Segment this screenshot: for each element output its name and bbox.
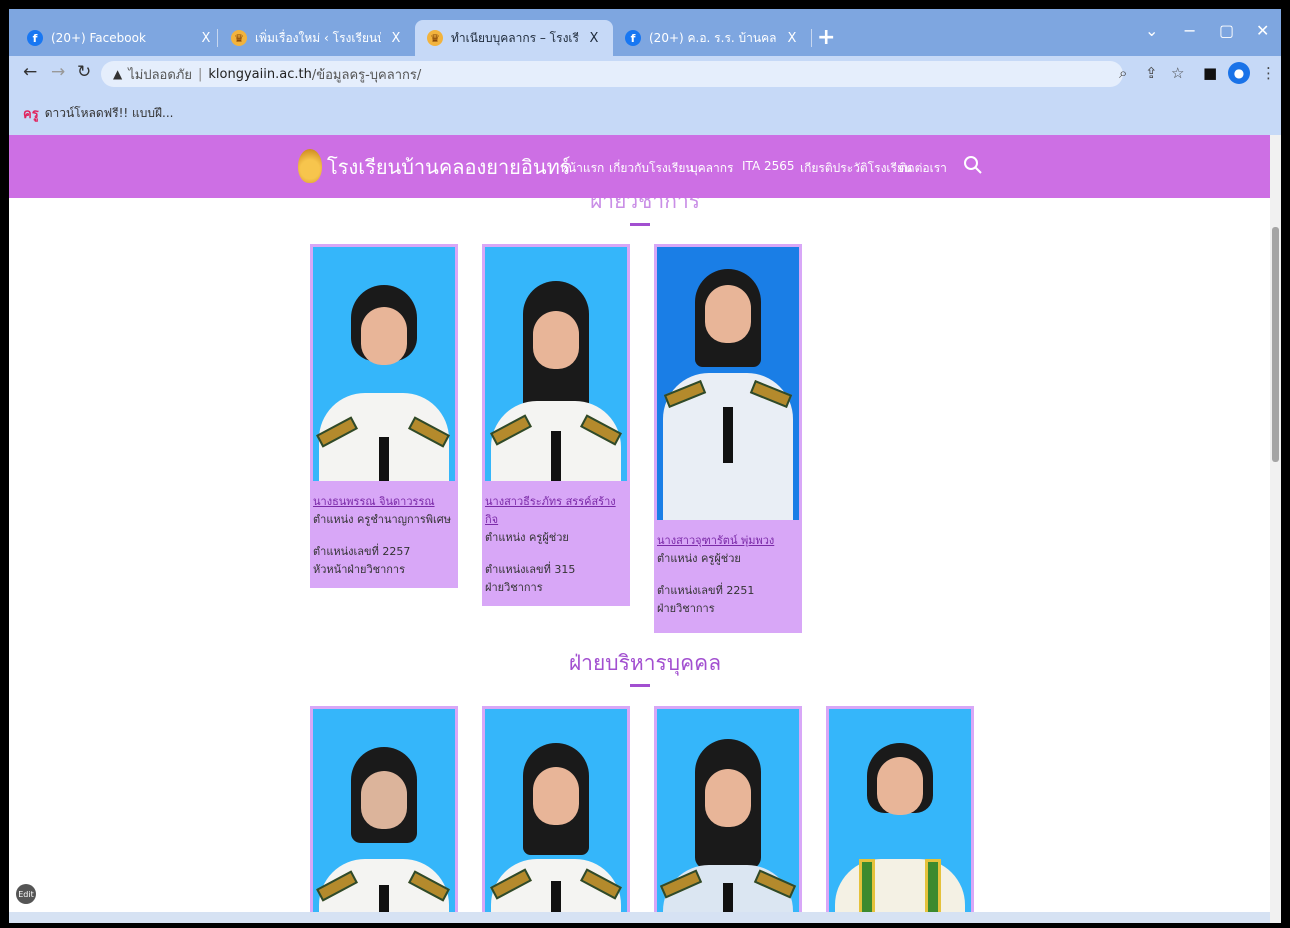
- back-icon[interactable]: ←: [23, 62, 37, 82]
- tab-label: (20+) Facebook: [51, 31, 146, 45]
- menu-ita[interactable]: ITA 2565: [742, 159, 795, 173]
- staff-card[interactable]: นางสาวจุฑารัตน์ พุ่มพวง ตำแหน่ง ครูผู้ช่…: [654, 244, 802, 633]
- staff-photo: [313, 247, 455, 481]
- tab-separator: [217, 29, 218, 47]
- close-icon[interactable]: X: [387, 31, 405, 46]
- tab-separator: [811, 29, 812, 47]
- staff-info: นางสาวธีระภัทร สรรค์สร้างกิจ ตำแหน่ง ครู…: [485, 481, 627, 603]
- staff-photo: [657, 247, 799, 520]
- school-logo-icon: ♛: [427, 30, 443, 46]
- status-strip: [9, 912, 1270, 923]
- tab-new-post[interactable]: ♛ เพิ่มเรื่องใหม่ ‹ โรงเรียนบ้านคลองยายอ…: [219, 20, 415, 56]
- staff-role: ฝ่ายวิชาการ: [485, 581, 543, 594]
- staff-photo: [313, 709, 455, 923]
- staff-photo: [657, 709, 799, 923]
- edit-button[interactable]: Edit: [16, 884, 36, 904]
- staff-photo: [485, 709, 627, 923]
- tab-label: ทำเนียบบุคลากร – โรงเรียนบ้านคลองย: [451, 30, 579, 45]
- staff-info: นางสาวจุฑารัตน์ พุ่มพวง ตำแหน่ง ครูผู้ช่…: [657, 520, 799, 630]
- staff-card[interactable]: [482, 706, 630, 923]
- staff-role: หัวหน้าฝ่ายวิชาการ: [313, 563, 406, 576]
- tab-search-chevron-icon[interactable]: ⌄: [1145, 21, 1158, 40]
- tab-staff-directory[interactable]: ♛ ทำเนียบบุคลากร – โรงเรียนบ้านคลองย X: [415, 20, 613, 56]
- staff-card[interactable]: [826, 706, 974, 923]
- address-domain: klongyaiin.ac.th: [208, 66, 312, 82]
- site-name[interactable]: โรงเรียนบ้านคลองยายอินทร์: [327, 151, 571, 183]
- search-icon[interactable]: [962, 154, 984, 176]
- bookmark-item[interactable]: ดาวน์โหลดฟรี!! แบบฝึ...: [45, 104, 174, 123]
- security-label: ไม่ปลอดภัย: [128, 67, 192, 83]
- bookmarks-bar: ครู ดาวน์โหลดฟรี!! แบบฝึ...: [9, 91, 1281, 135]
- address-path: /ข้อมูลครู-บุคลากร/: [311, 67, 422, 83]
- staff-number: ตำแหน่งเลขที่ 315: [485, 563, 576, 576]
- staff-name[interactable]: นางสาวจุฑารัตน์ พุ่มพวง: [657, 532, 799, 550]
- tab-label: เพิ่มเรื่องใหม่ ‹ โรงเรียนบ้านคลองยายอิน: [255, 30, 381, 45]
- address-bar[interactable]: ▲ ไม่ปลอดภัย | klongyaiin.ac.th /ข้อมูลค…: [101, 61, 1123, 87]
- new-tab-button[interactable]: +: [817, 25, 835, 50]
- staff-position: ตำแหน่ง ครูชำนาญการพิเศษ: [313, 513, 452, 526]
- restore-icon[interactable]: ▢: [1219, 21, 1234, 40]
- tab-strip: f (20+) Facebook X ♛ เพิ่มเรื่องใหม่ ‹ โ…: [9, 9, 1281, 56]
- menu-contact[interactable]: ติดต่อเรา: [899, 159, 947, 178]
- school-logo-icon[interactable]: [298, 149, 322, 183]
- page-viewport: โรงเรียนบ้านคลองยายอินทร์ หน้าแรก เกี่ยว…: [9, 135, 1281, 923]
- staff-name[interactable]: นางสาวธีระภัทร สรรค์สร้างกิจ: [485, 493, 627, 529]
- menu-home[interactable]: หน้าแรก: [560, 159, 604, 178]
- close-icon[interactable]: X: [585, 31, 603, 46]
- section-underline: [630, 684, 650, 687]
- minimize-icon[interactable]: −: [1183, 21, 1196, 40]
- close-icon[interactable]: X: [783, 31, 801, 46]
- tab-facebook-group[interactable]: f (20+) ค.อ. ร.ร. บ้านคลองยายอินทร์ | X: [613, 20, 811, 56]
- tab-facebook[interactable]: f (20+) Facebook X: [15, 20, 225, 56]
- forward-icon[interactable]: →: [51, 62, 65, 82]
- menu-about[interactable]: เกี่ยวกับโรงเรียน: [609, 159, 694, 178]
- close-icon[interactable]: X: [197, 31, 215, 46]
- staff-name[interactable]: นางธนพรรณ จินดาวรรณ: [313, 493, 455, 511]
- staff-card[interactable]: นางสาวธีระภัทร สรรค์สร้างกิจ ตำแหน่ง ครู…: [482, 244, 630, 606]
- staff-photo: [485, 247, 627, 481]
- profile-avatar-icon[interactable]: ●: [1228, 62, 1250, 84]
- window-close-icon[interactable]: ✕: [1256, 21, 1269, 40]
- staff-info: นางธนพรรณ จินดาวรรณ ตำแหน่ง ครูชำนาญการพ…: [313, 481, 455, 585]
- staff-card[interactable]: นางธนพรรณ จินดาวรรณ ตำแหน่ง ครูชำนาญการพ…: [310, 244, 458, 588]
- share-icon[interactable]: ⇪: [1145, 64, 1158, 82]
- staff-photo: [829, 709, 971, 923]
- staff-number: ตำแหน่งเลขที่ 2257: [313, 545, 411, 558]
- staff-position: ตำแหน่ง ครูผู้ช่วย: [657, 552, 741, 565]
- staff-card[interactable]: [654, 706, 802, 923]
- section-underline: [630, 223, 650, 226]
- site-header: โรงเรียนบ้านคลองยายอินทร์ หน้าแรก เกี่ยว…: [9, 135, 1270, 198]
- staff-number: ตำแหน่งเลขที่ 2251: [657, 584, 755, 597]
- staff-card[interactable]: [310, 706, 458, 923]
- tab-label: (20+) ค.อ. ร.ร. บ้านคลองยายอินทร์ |: [649, 30, 777, 45]
- address-divider: |: [198, 66, 203, 82]
- facebook-icon: f: [625, 30, 641, 46]
- menu-staff[interactable]: บุคลากร: [690, 159, 733, 178]
- address-toolbar: ← → ↻ ▲ ไม่ปลอดภัย | klongyaiin.ac.th /ข…: [9, 56, 1281, 91]
- zoom-icon[interactable]: ⌕: [1119, 64, 1127, 82]
- warning-icon: ▲: [113, 67, 123, 81]
- section-title: ฝ่ายบริหารบุคคล: [568, 651, 722, 675]
- staff-role: ฝ่ายวิชาการ: [657, 602, 715, 615]
- reload-icon[interactable]: ↻: [77, 62, 91, 82]
- menu-honors[interactable]: เกียรติประวัติโรงเรียน: [800, 159, 912, 178]
- browser-window: f (20+) Facebook X ♛ เพิ่มเรื่องใหม่ ‹ โ…: [9, 9, 1281, 923]
- facebook-icon: f: [27, 30, 43, 46]
- page-scrollbar[interactable]: [1270, 135, 1281, 923]
- bookmark-favicon-icon: ครู: [23, 106, 39, 122]
- scrollbar-thumb[interactable]: [1272, 227, 1279, 462]
- school-logo-icon: ♛: [231, 30, 247, 46]
- side-panel-icon[interactable]: ■: [1203, 64, 1217, 82]
- bookmark-star-icon[interactable]: ☆: [1171, 64, 1184, 82]
- staff-position: ตำแหน่ง ครูผู้ช่วย: [485, 531, 569, 544]
- menu-dots-icon[interactable]: ⋮: [1261, 64, 1276, 82]
